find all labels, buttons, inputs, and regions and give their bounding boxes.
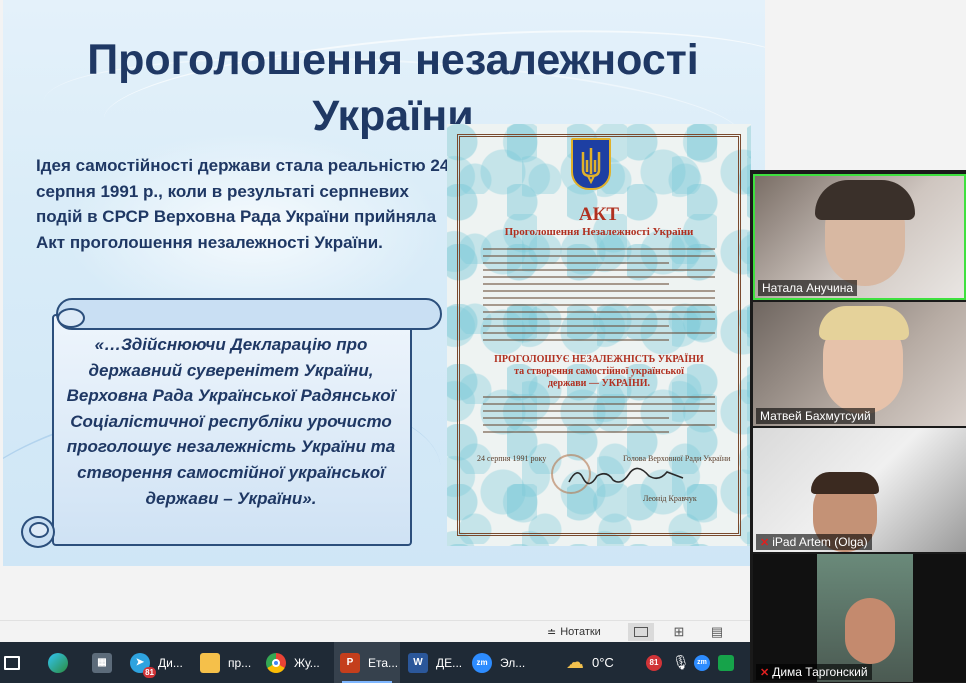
- file-explorer-button[interactable]: пр...: [200, 642, 260, 683]
- notes-button[interactable]: ≐ Нотатки: [541, 623, 607, 641]
- participant-tile[interactable]: Матвей Бахмутсуий: [753, 302, 966, 426]
- calculator-icon: ▦: [92, 652, 112, 673]
- weather-widget[interactable]: ☁ 0°C: [566, 642, 614, 683]
- folder-icon: [200, 652, 220, 673]
- document-subheading: Проголошення Незалежності України: [504, 226, 694, 238]
- tray-zoom[interactable]: zm: [694, 642, 710, 683]
- slide-title-line-1: Проголошення незалежності: [87, 36, 699, 84]
- tray-app[interactable]: [718, 642, 734, 683]
- task-view-button[interactable]: [4, 642, 28, 683]
- zoom-tray-icon: zm: [694, 654, 710, 671]
- normal-view-icon: [634, 627, 648, 637]
- document-signer: Леонід Кравчук: [643, 494, 697, 503]
- participant-tile[interactable]: ✕ iPad Artem (Olga): [753, 428, 966, 552]
- reading-view-icon: ▤: [710, 624, 724, 639]
- chrome-button[interactable]: Жу...: [266, 642, 328, 683]
- participant-tile[interactable]: ✕ Дима Таргонский: [753, 554, 966, 682]
- edge-icon: [48, 652, 68, 673]
- declaration-quote: «…Здійснюючи Декларацію про державний су…: [66, 335, 396, 508]
- muted-microphone-icon: ✕: [760, 666, 770, 679]
- zoom-button[interactable]: zm Эл...: [472, 642, 534, 683]
- muted-microphone-icon: ✕: [760, 536, 770, 549]
- slide-sorter-icon: ⊞: [673, 624, 685, 639]
- independence-act-image: АКТ Проголошення Незалежності України ПР…: [447, 124, 751, 546]
- app-tray-icon: [718, 654, 734, 671]
- cloud-sun-icon: ☁: [566, 652, 584, 672]
- telegram-tray-icon: 81: [646, 654, 662, 671]
- word-button[interactable]: W ДЕ...: [404, 642, 466, 683]
- idea-paragraph: Ідея самостійності держави стала реальні…: [36, 156, 450, 252]
- slide[interactable]: Проголошення незалежності України Ідея с…: [3, 0, 765, 566]
- document-heading: АКТ: [578, 204, 620, 225]
- powerpoint-button[interactable]: P Ета...: [334, 642, 400, 683]
- normal-view-button[interactable]: [628, 623, 654, 641]
- edge-button[interactable]: [48, 642, 78, 683]
- document-date: 24 серпня 1991 року: [477, 454, 547, 463]
- participant-tile[interactable]: Натала Анучина: [753, 174, 966, 300]
- document-body-text: [483, 248, 715, 346]
- telegram-icon: ➤ 81: [130, 652, 156, 678]
- participants-panel: Натала Анучина Матвей Бахмутсуий ✕ iPad …: [750, 170, 966, 683]
- zoom-icon: zm: [472, 652, 492, 673]
- word-icon: W: [408, 652, 428, 673]
- document-proclamation: ПРОГОЛОШУЄ НЕЗАЛЕЖНІСТЬ УКРАЇНИ та створ…: [494, 354, 704, 389]
- calculator-button[interactable]: ▦: [92, 642, 118, 683]
- task-view-icon: [4, 655, 20, 670]
- chrome-icon: [266, 652, 286, 673]
- trident-emblem-icon: [571, 138, 611, 190]
- notes-icon: ≐: [547, 626, 557, 639]
- telegram-button[interactable]: ➤ 81 Ди...: [130, 642, 188, 683]
- document-signature-title: Голова Верховної Ради України: [623, 454, 731, 463]
- tray-microphone[interactable]: 🎙: [672, 642, 690, 683]
- quote-scroll: «…Здійснюючи Декларацію про державний су…: [21, 296, 445, 550]
- slide-sorter-button[interactable]: ⊞: [666, 623, 692, 641]
- signature-icon: [567, 464, 687, 493]
- tray-telegram[interactable]: 81: [646, 642, 662, 683]
- microphone-icon: 🎙: [672, 654, 690, 670]
- powerpoint-icon: P: [340, 652, 360, 673]
- reading-view-button[interactable]: ▤: [704, 623, 730, 641]
